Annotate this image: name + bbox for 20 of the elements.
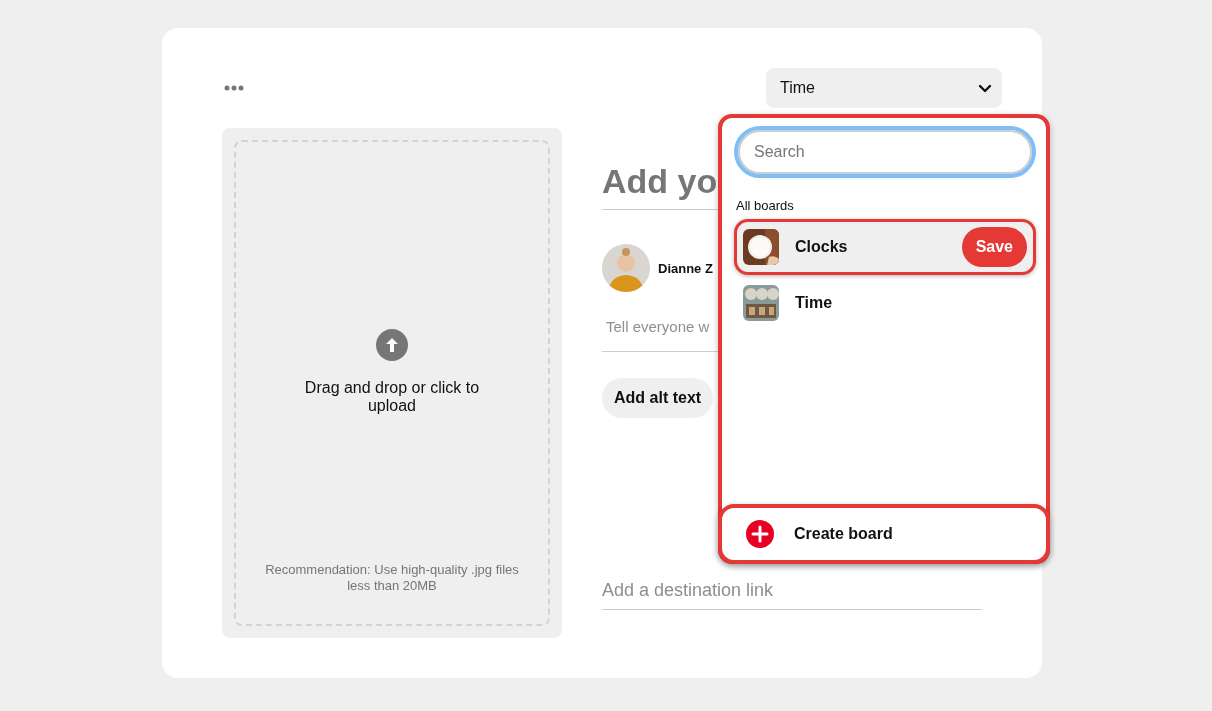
upload-area[interactable]: Drag and drop or click to upload Recommendation: Use high-quality .jpg files less than 20MB bbox=[222, 128, 562, 638]
board-name: Clocks bbox=[795, 238, 849, 256]
link-field[interactable]: Add a destination link bbox=[602, 580, 982, 610]
search-field[interactable]: Search bbox=[734, 126, 1036, 178]
board-dropdown[interactable]: Time bbox=[766, 68, 1002, 108]
save-button[interactable]: Save bbox=[961, 227, 1027, 267]
alt-text-button[interactable]: Add alt text bbox=[602, 378, 714, 418]
more-icon[interactable] bbox=[224, 85, 244, 91]
author-name: Dianne Z bbox=[658, 260, 713, 276]
plus-icon bbox=[746, 520, 774, 548]
upload-icon bbox=[376, 329, 408, 361]
chevron-down-icon bbox=[978, 83, 992, 93]
section-label: All boards bbox=[736, 198, 795, 213]
upload-instruction: Drag and drop or click to upload bbox=[303, 379, 481, 415]
board-item[interactable]: Time bbox=[734, 275, 1036, 331]
avatar bbox=[602, 244, 650, 292]
board-name: Time bbox=[795, 294, 834, 312]
upload-recommendation: Recommendation: Use high-quality .jpg files less than 20MB bbox=[264, 562, 520, 594]
create-board-item[interactable]: Create board bbox=[718, 504, 1050, 564]
board-item[interactable]: Clocks Save bbox=[734, 219, 1036, 275]
